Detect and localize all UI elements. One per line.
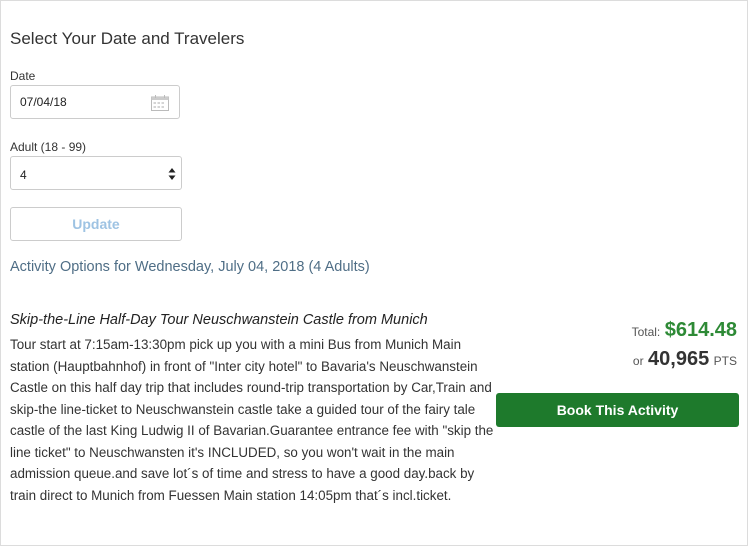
- points-value: 40,965: [648, 348, 710, 370]
- points-price: or 40,965 PTS: [633, 348, 737, 371]
- section-title: Select Your Date and Travelers: [10, 29, 245, 48]
- adult-value: 4: [20, 168, 27, 182]
- total-price: Total: $614.48: [632, 319, 737, 342]
- adult-select[interactable]: 4: [10, 156, 182, 190]
- total-label: Total:: [631, 325, 661, 339]
- activity-title: Skip-the-Line Half-Day Tour Neuschwanste…: [10, 312, 428, 328]
- page-frame: Select Your Date and Travelers Date 07/0…: [0, 0, 748, 546]
- activity-options-heading: Activity Options for Wednesday, July 04,…: [10, 259, 370, 275]
- adult-label: Adult (18 - 99): [10, 140, 87, 154]
- book-activity-button[interactable]: Book This Activity: [496, 393, 739, 427]
- points-or: or: [632, 354, 644, 368]
- date-field[interactable]: 07/04/18: [10, 85, 180, 119]
- date-label: Date: [10, 69, 36, 83]
- calendar-icon[interactable]: [151, 95, 169, 111]
- total-amount: $614.48: [664, 319, 737, 341]
- updown-arrows-icon: [168, 168, 176, 180]
- date-value: 07/04/18: [20, 95, 67, 109]
- activity-description: Tour start at 7:15am-13:30pm pick up you…: [10, 337, 494, 503]
- update-button[interactable]: Update: [10, 207, 182, 241]
- points-unit: PTS: [713, 354, 737, 368]
